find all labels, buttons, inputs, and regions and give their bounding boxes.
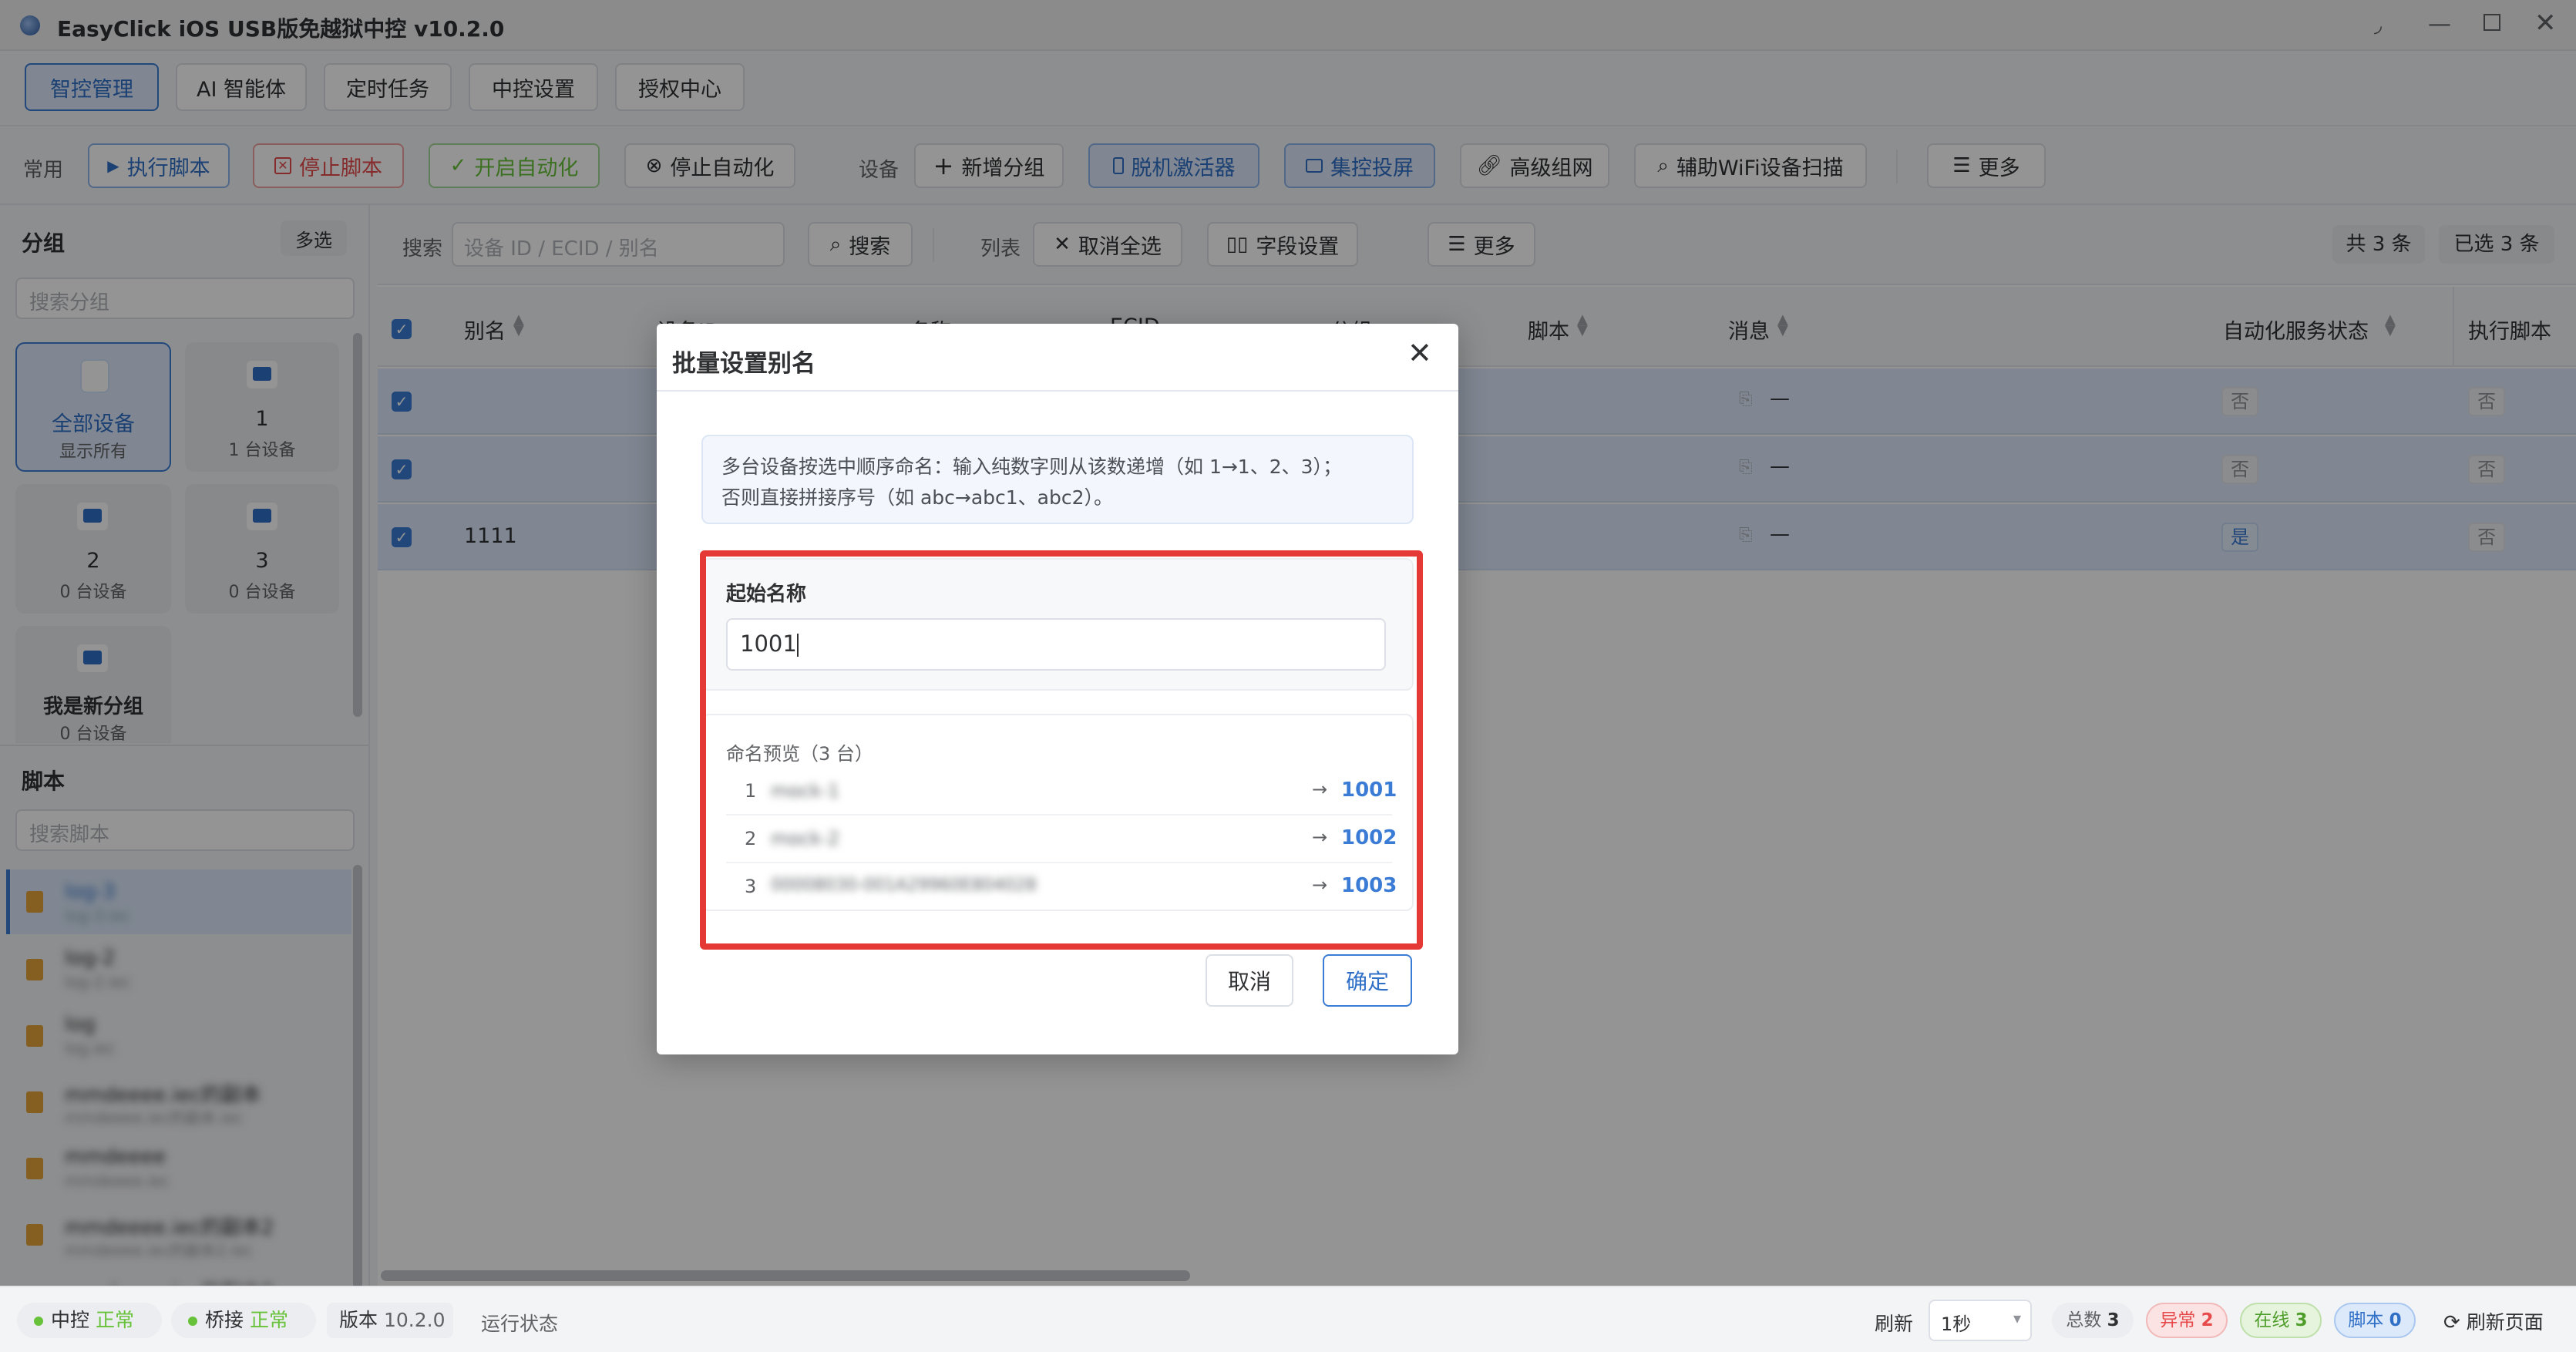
batch-alias-dialog: 批量设置别名 ✕ 多台设备按选中顺序命名：输入纯数字则从该数递增（如 1→1、2… [657,324,1458,1054]
refresh-interval-select[interactable]: 1秒 ▾ [1929,1300,2032,1341]
confirm-button[interactable]: 确定 [1323,954,1412,1007]
highlight-annotation-box [700,550,1423,950]
dialog-close-icon[interactable]: ✕ [1407,336,1432,370]
bridge-status-chip: 桥接 正常 [171,1303,316,1338]
dialog-title: 批量设置别名 [672,350,816,378]
refresh-label: 刷新 [1875,1313,1914,1335]
chevron-down-icon: ▾ [2013,1309,2021,1327]
script-chip: 脚本 0 [2334,1303,2416,1338]
status-bar: 中控 正常 桥接 正常 版本 10.2.0 运行状态 刷新 1秒 ▾ 总数 3 … [0,1286,2576,1352]
status-dot-icon [188,1317,197,1326]
run-status-text[interactable]: 运行状态 [481,1309,558,1337]
cancel-button[interactable]: 取消 [1206,954,1293,1007]
hint-line-2: 否则直接拼接序号（如 abc→abc1、abc2）。 [721,486,1114,509]
status-dot-icon [34,1317,43,1326]
refresh-page-button[interactable]: ⟳ 刷新页面 [2443,1307,2544,1335]
hint-line-1: 多台设备按选中顺序命名：输入纯数字则从该数递增（如 1→1、2、3）； [721,456,1343,478]
center-status-chip: 中控 正常 [17,1303,162,1338]
dialog-header-divider [657,390,1458,392]
hint-box: 多台设备按选中顺序命名：输入纯数字则从该数递增（如 1→1、2、3）； 否则直接… [701,435,1414,524]
total-chip: 总数 3 [2052,1303,2134,1338]
version-chip: 版本 10.2.0 [327,1303,453,1338]
error-chip: 异常 2 [2146,1303,2228,1338]
online-chip: 在线 3 [2240,1303,2322,1338]
refresh-icon: ⟳ [2443,1311,2460,1334]
